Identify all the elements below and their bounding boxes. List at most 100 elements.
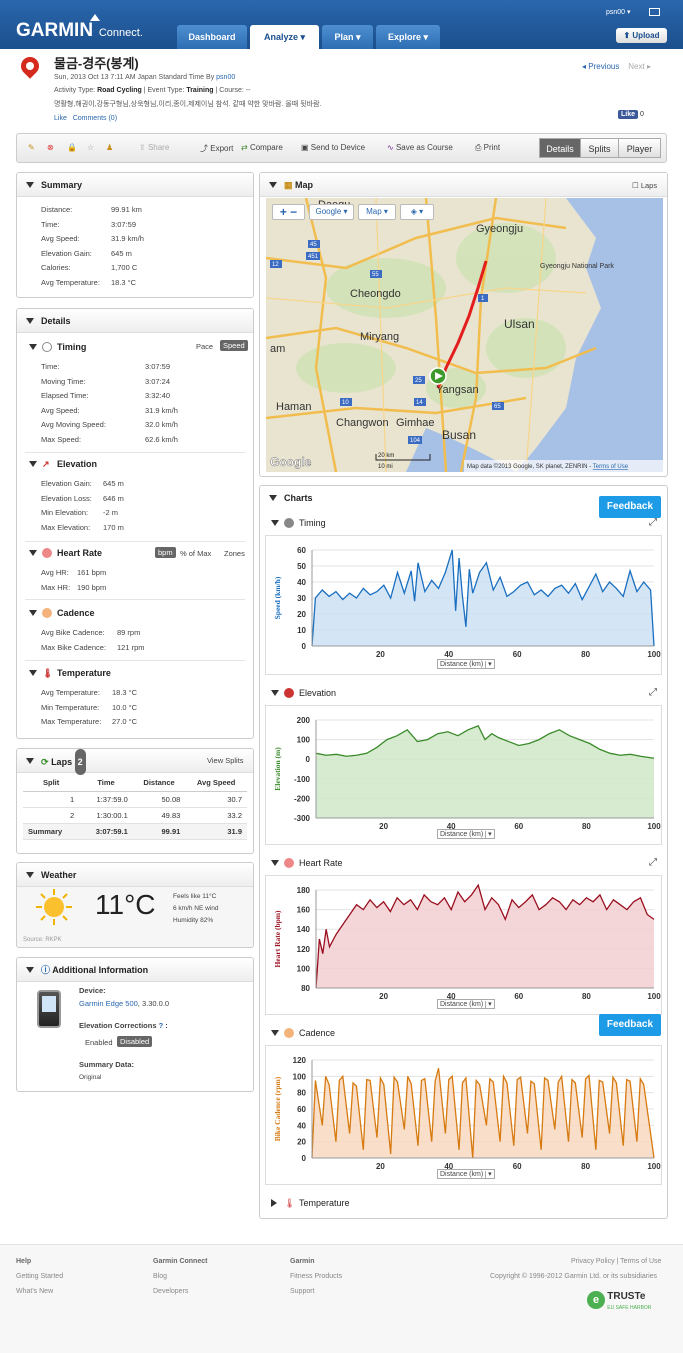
facebook-like[interactable]: Like 0 — [618, 110, 644, 119]
map-type-select[interactable]: Map ▾ — [358, 204, 396, 220]
nav-dashboard[interactable]: Dashboard — [177, 25, 247, 49]
table-row[interactable]: 1 1:37:59.0 50.08 30.7 — [23, 791, 247, 808]
elevation-section-header[interactable]: ↗ Elevation — [17, 456, 253, 472]
activity-title[interactable]: 물금-경주(봉계) — [54, 53, 139, 72]
weather-header[interactable]: Weather — [17, 863, 253, 887]
truste-badge[interactable]: e TRUSTe EU SAFE HARBOR — [587, 1291, 651, 1311]
comments-link[interactable]: Comments (0) — [73, 115, 117, 122]
map-header[interactable]: ▦ Map — [260, 173, 667, 197]
layers-icon[interactable]: ◈ ▾ — [400, 204, 434, 220]
y-tick-label: 60 — [297, 1105, 306, 1114]
cadence-section-header[interactable]: Cadence — [17, 605, 253, 621]
temperature-section-header[interactable]: 🌡 Temperature — [17, 665, 253, 681]
star-icon[interactable]: ☆ — [87, 143, 94, 152]
svg-text:55: 55 — [372, 272, 379, 278]
elev-enabled[interactable]: Enabled — [85, 1038, 113, 1047]
compare-button[interactable]: ⇄ Compare — [241, 143, 283, 152]
summary-header[interactable]: Summary — [17, 173, 253, 197]
blog-link[interactable]: Blog — [153, 1273, 167, 1280]
activity-description[interactable]: 명활형,해권이,강동구형님,상욱형님,이리,종이,제제이님 참석. 같때 약한 … — [54, 99, 321, 109]
x-tick-label: 60 — [514, 992, 523, 1001]
people-icon[interactable]: ♟ — [106, 143, 113, 152]
chart-1[interactable]: -300 -200 -100 0 100 200 20 40 60 80 100 Elevation … — [265, 705, 662, 845]
laps-checkbox[interactable]: ☐ Laps — [632, 181, 657, 190]
timing-section-header[interactable]: Timing — [17, 339, 253, 355]
distance-axis-select[interactable]: Distance (km) ▾ — [437, 1169, 495, 1179]
y-tick-label: 100 — [297, 964, 311, 973]
route-map[interactable]: Daegu Gyeongju Gyeongju National Park Ch… — [266, 198, 663, 472]
additional-info-header[interactable]: ⓘ Additional Information — [17, 958, 253, 982]
delete-icon[interactable]: ⊗ — [47, 143, 54, 152]
x-tick-label: 60 — [513, 1162, 522, 1171]
distance-axis-select[interactable]: Distance (km) ▾ — [437, 999, 495, 1009]
expand-icon[interactable]: ⤢ — [649, 517, 657, 528]
y-tick-label: 0 — [306, 755, 311, 764]
chart-header-2[interactable]: Heart Rate — [259, 855, 559, 871]
expand-icon[interactable]: ⤢ — [649, 687, 657, 698]
help-icon[interactable]: ? — [159, 1021, 164, 1030]
hr-section-header[interactable]: Heart Rate — [17, 545, 253, 561]
upload-button[interactable]: ⬆ Upload — [616, 28, 667, 43]
y-tick-label: 10 — [297, 626, 306, 635]
export-button[interactable]: ⤴ Export — [200, 143, 233, 154]
owner-link[interactable]: psn00 — [216, 74, 235, 81]
lock-icon[interactable]: 🔒 — [67, 143, 77, 152]
zoom-controls[interactable]: + − — [272, 204, 305, 220]
max-toggle[interactable]: % of Max — [180, 549, 211, 558]
nav-explore[interactable]: Explore ▾ — [376, 25, 440, 49]
chart-header-1[interactable]: Elevation — [259, 685, 559, 701]
nav-analyze[interactable]: Analyze ▾ — [250, 25, 319, 49]
send-device-button[interactable]: ▣ Send to Device — [301, 143, 365, 152]
feedback-button[interactable]: Feedback — [599, 496, 661, 518]
details-header[interactable]: Details — [17, 309, 253, 333]
table-row[interactable]: 2 1:30:00.1 49.83 33.2 — [23, 807, 247, 824]
elev-disabled[interactable]: Disabled — [117, 1036, 153, 1047]
distance-axis-select[interactable]: Distance (km) ▾ — [437, 659, 495, 669]
pace-toggle[interactable]: Pace — [196, 342, 213, 351]
svg-text:65: 65 — [494, 404, 501, 410]
save-course-button[interactable]: ∿ Save as Course — [387, 143, 453, 152]
support-link[interactable]: Support — [290, 1288, 315, 1295]
developers-link[interactable]: Developers — [153, 1288, 188, 1295]
user-menu[interactable]: psn00 ▾ — [606, 8, 631, 16]
privacy-link[interactable]: Privacy Policy — [571, 1258, 615, 1265]
speed-toggle[interactable]: Speed — [220, 340, 248, 351]
expand-icon[interactable]: ⤢ — [649, 857, 657, 868]
nav-plan[interactable]: Plan ▾ — [322, 25, 373, 49]
table-row-summary[interactable]: Summary 3:07:59.1 99.91 31.9 — [23, 823, 247, 840]
whats-new-link[interactable]: What's New — [16, 1288, 53, 1295]
zoom-out-button[interactable]: − — [290, 205, 297, 219]
chart-3[interactable]: 0 20 40 60 80 100 120 20 40 60 80 100 Bike Cadence (… — [265, 1045, 662, 1185]
next-link[interactable]: Next ▸ — [628, 62, 651, 71]
chart-0[interactable]: 0 10 20 30 40 50 60 20 40 60 80 100 Speed (km/h) — [265, 535, 662, 675]
tab-splits[interactable]: Splits — [580, 138, 619, 158]
fitness-link[interactable]: Fitness Products — [290, 1273, 342, 1280]
additional-info-panel: ⓘ Additional Information Device: Garmin … — [16, 957, 254, 1092]
mail-icon[interactable] — [649, 8, 660, 16]
feedback-button[interactable]: Feedback — [599, 1014, 661, 1036]
stat-row: Avg Moving Speed: 32.0 km/h — [41, 420, 178, 429]
tab-details[interactable]: Details — [539, 138, 581, 158]
x-tick-label: 100 — [647, 650, 661, 659]
chart-header-0[interactable]: Timing — [259, 515, 559, 531]
distance-axis-select[interactable]: Distance (km) ▾ — [437, 829, 495, 839]
zones-toggle[interactable]: Zones — [224, 549, 245, 558]
series-area — [316, 885, 654, 988]
share-button[interactable]: ⇪ Share — [139, 143, 169, 152]
device-link[interactable]: Garmin Edge 500 — [79, 999, 138, 1008]
chart-header-3[interactable]: Cadence — [259, 1025, 559, 1041]
like-link[interactable]: Like — [54, 115, 67, 122]
tab-player[interactable]: Player — [618, 138, 661, 158]
bpm-toggle[interactable]: bpm — [155, 547, 176, 558]
temperature-chart-header[interactable]: 🌡 Temperature — [259, 1195, 559, 1211]
zoom-in-button[interactable]: + — [280, 205, 287, 219]
garmin-logo[interactable]: GARMIN Connect. — [16, 14, 143, 42]
terms-link[interactable]: Terms of Use — [620, 1258, 661, 1265]
edit-icon[interactable]: ✎ — [28, 143, 35, 152]
google-map-select[interactable]: Google ▾ — [309, 204, 354, 220]
print-button[interactable]: ⎙ Print — [475, 143, 500, 153]
view-splits-link[interactable]: View Splits — [207, 756, 244, 765]
getting-started-link[interactable]: Getting Started — [16, 1273, 63, 1280]
chart-2[interactable]: 80 100 120 140 160 180 20 40 60 80 100 Heart Rate (… — [265, 875, 662, 1015]
prev-link[interactable]: ◂ Previous — [582, 62, 619, 71]
